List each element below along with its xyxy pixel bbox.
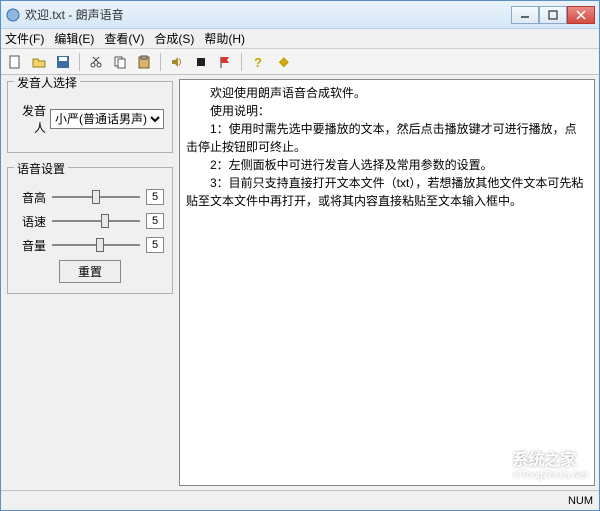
menu-bar: 文件(F) 编辑(E) 查看(V) 合成(S) 帮助(H): [1, 29, 599, 49]
window-buttons: [511, 6, 595, 24]
audio-settings-group: 语音设置 音高 5 语速 5: [7, 167, 173, 294]
stop-icon[interactable]: [191, 52, 211, 72]
voice-select[interactable]: 小严(普通话男声): [50, 109, 164, 129]
volume-value: 5: [146, 237, 164, 253]
open-folder-icon[interactable]: [29, 52, 49, 72]
pitch-slider[interactable]: [52, 188, 140, 206]
close-button[interactable]: [567, 6, 595, 24]
title-bar: 欢迎.txt - 朗声语音: [1, 1, 599, 29]
toolbar: ? ❖: [1, 49, 599, 75]
reset-button[interactable]: 重置: [59, 260, 121, 283]
help-icon[interactable]: ?: [248, 52, 268, 72]
voice-selection-group: 发音人选择 发音人 小严(普通话男声): [7, 81, 173, 153]
toolbar-separator: [241, 53, 242, 71]
about-icon[interactable]: ❖: [272, 52, 292, 72]
content-area: 发音人选择 发音人 小严(普通话男声) 语音设置 音高 5: [1, 75, 599, 490]
speed-value: 5: [146, 213, 164, 229]
cut-icon[interactable]: [86, 52, 106, 72]
save-icon[interactable]: [53, 52, 73, 72]
paste-icon[interactable]: [134, 52, 154, 72]
new-file-icon[interactable]: [5, 52, 25, 72]
menu-view[interactable]: 查看(V): [104, 30, 144, 47]
app-icon: [5, 7, 21, 23]
text-editor[interactable]: 欢迎使用朗声语音合成软件。 使用说明： 1：使用时需先选中要播放的文本，然后点击…: [179, 79, 595, 486]
menu-file[interactable]: 文件(F): [5, 30, 44, 47]
copy-icon[interactable]: [110, 52, 130, 72]
menu-help[interactable]: 帮助(H): [204, 30, 245, 47]
menu-edit[interactable]: 编辑(E): [54, 30, 94, 47]
speed-slider[interactable]: [52, 212, 140, 230]
svg-text:❖: ❖: [278, 55, 289, 69]
menu-synth[interactable]: 合成(S): [154, 30, 194, 47]
voice-label: 发音人: [16, 102, 46, 136]
volume-slider[interactable]: [52, 236, 140, 254]
pitch-label: 音高: [16, 189, 46, 206]
maximize-button[interactable]: [539, 6, 567, 24]
toolbar-separator: [79, 53, 80, 71]
sidebar: 发音人选择 发音人 小严(普通话男声) 语音设置 音高 5: [1, 75, 179, 490]
pitch-value: 5: [146, 189, 164, 205]
flag-icon[interactable]: [215, 52, 235, 72]
window-title: 欢迎.txt - 朗声语音: [25, 6, 511, 23]
svg-text:?: ?: [254, 55, 262, 69]
app-window: 欢迎.txt - 朗声语音 文件(F) 编辑(E) 查看(V) 合成(S) 帮助…: [0, 0, 600, 511]
audio-group-legend: 语音设置: [14, 160, 68, 177]
voice-group-legend: 发音人选择: [14, 75, 80, 91]
status-num: NUM: [568, 495, 593, 507]
minimize-button[interactable]: [511, 6, 539, 24]
play-sound-icon[interactable]: [167, 52, 187, 72]
speed-label: 语速: [16, 213, 46, 230]
status-bar: NUM: [1, 490, 599, 510]
toolbar-separator: [160, 53, 161, 71]
volume-label: 音量: [16, 237, 46, 254]
